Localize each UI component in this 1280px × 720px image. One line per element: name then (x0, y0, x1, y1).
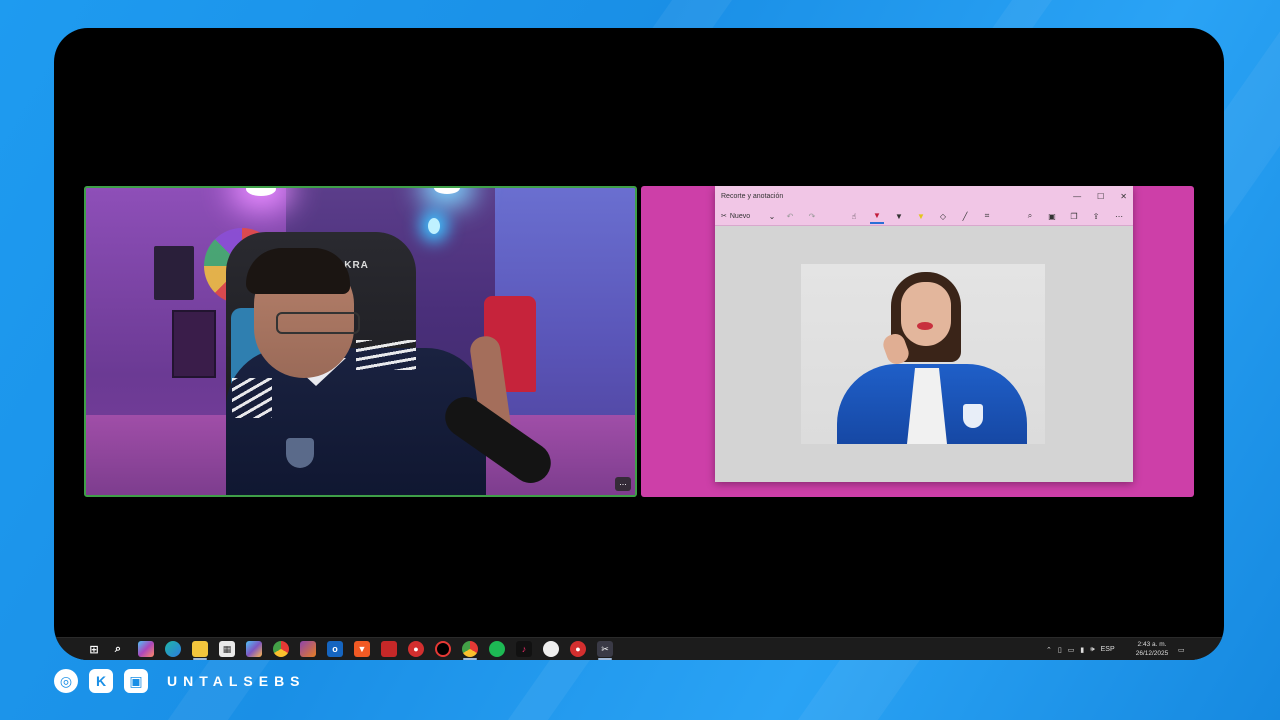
snipped-photo (801, 264, 1045, 444)
lamp (428, 218, 440, 234)
new-snip-button[interactable]: ✂ Nuevo (721, 208, 763, 224)
zoom-icon[interactable]: ⌕ (1023, 208, 1037, 224)
undo-icon[interactable]: ↶ (783, 208, 797, 224)
webcam-panel: AKRA ... (84, 186, 637, 497)
chrome-icon[interactable] (273, 641, 289, 657)
shelf (154, 246, 194, 300)
jersey-crest (286, 438, 314, 468)
maximize-button[interactable]: ☐ (1097, 192, 1104, 201)
clock-time: 2:43 a. m. (1137, 641, 1167, 648)
instagram-icon: ◎ (54, 669, 78, 693)
chrome-profile-icon[interactable] (462, 641, 478, 657)
ceiling-light (434, 188, 460, 194)
opera-icon[interactable] (435, 641, 451, 657)
copilot-icon[interactable] (246, 641, 262, 657)
window-title: Recorte y anotación (721, 192, 784, 200)
poster (172, 310, 216, 378)
crop-icon[interactable]: ⌗ (980, 208, 994, 224)
outlook-icon[interactable]: o (327, 641, 343, 657)
snip-canvas (715, 226, 1133, 482)
photo-lips (917, 322, 933, 330)
battery-icon[interactable]: ▯ (1058, 646, 1062, 654)
highlighter-icon[interactable]: ▼ (914, 208, 928, 224)
windows-start-icon[interactable]: ⊞ (86, 641, 102, 657)
glasses (276, 312, 360, 334)
language-indicator[interactable]: ESP (1101, 646, 1115, 653)
app-icon[interactable] (381, 641, 397, 657)
redo-icon[interactable]: ↷ (805, 208, 819, 224)
volume-icon[interactable]: 🕪 (1090, 646, 1094, 654)
edge-icon[interactable] (165, 641, 181, 657)
photos-icon[interactable] (300, 641, 316, 657)
more-options-button[interactable]: ... (615, 477, 631, 491)
spotify-icon[interactable] (489, 641, 505, 657)
network-icon[interactable]: ▭ (1068, 646, 1075, 654)
taskbar-clock[interactable]: 2:43 a. m. 26/12/2025 (1134, 640, 1170, 658)
active-app-indicator (598, 658, 612, 660)
tiktok-icon[interactable]: ♪ (516, 641, 532, 657)
share-icon[interactable]: ⇪ (1089, 208, 1103, 224)
snipping-tool-icon[interactable]: ✂ (597, 641, 613, 657)
copilot-icon[interactable] (138, 641, 154, 657)
chevron-up-icon[interactable]: ⌃ (1046, 646, 1052, 654)
new-snip-icon: ✂ (721, 213, 727, 220)
save-icon[interactable]: ▣ (1045, 208, 1059, 224)
eraser-icon[interactable]: ◇ (936, 208, 950, 224)
recorder-icon[interactable]: ● (570, 641, 586, 657)
touch-write-icon[interactable]: ☝ (847, 208, 861, 224)
photo-crest (963, 404, 983, 428)
jersey-stripes (356, 340, 416, 370)
file-explorer-icon[interactable] (192, 641, 208, 657)
windows-taskbar: ⊞ ⌕ ▦ o ▼ ● ♪ ● ✂ ⌃ ▯ ▭ ▮ 🕪 ESP 2:43 a. (54, 637, 1224, 660)
chevron-down-icon[interactable]: ⌄ (765, 208, 779, 224)
copy-icon[interactable]: ❐ (1067, 208, 1081, 224)
more-icon[interactable]: ⋯ (1112, 208, 1126, 224)
notifications-icon[interactable]: ▭ (1178, 638, 1185, 660)
streamer-handle: UNTALSEBS (167, 673, 306, 689)
ruler-icon[interactable]: ╱ (958, 208, 972, 224)
store-icon[interactable]: ▦ (219, 641, 235, 657)
active-app-indicator (193, 658, 207, 660)
twitch-icon: ▣ (124, 669, 148, 693)
black-pen-icon[interactable]: ▼ (892, 208, 906, 224)
app-icon[interactable] (543, 641, 559, 657)
jersey-stripes (232, 378, 272, 418)
minimize-button[interactable]: — (1073, 192, 1081, 201)
new-snip-label: Nuevo (729, 212, 751, 220)
clock-date: 26/12/2025 (1135, 650, 1169, 657)
stream-frame: AKRA ... Recorte y anotación — ☐ ✕ ✂ Nue… (54, 28, 1224, 660)
search-icon[interactable]: ⌕ (110, 641, 126, 657)
snipping-tool-window: Recorte y anotación — ☐ ✕ ✂ Nuevo ⌄ ↶ ↷ … (715, 186, 1133, 482)
screen-share-panel: Recorte y anotación — ☐ ✕ ✂ Nuevo ⌄ ↶ ↷ … (641, 186, 1194, 497)
brave-icon[interactable]: ▼ (354, 641, 370, 657)
close-button[interactable]: ✕ (1120, 192, 1127, 201)
social-links: ◎ K ▣ UNTALSEBS (54, 668, 306, 694)
system-tray: ⌃ ▯ ▭ ▮ 🕪 ESP (1046, 638, 1115, 660)
window-titlebar: Recorte y anotación (715, 186, 1133, 206)
red-pen-icon[interactable]: ▼ (870, 208, 884, 224)
active-app-indicator (463, 658, 477, 660)
recorder-icon[interactable]: ● (408, 641, 424, 657)
photo-face (901, 282, 951, 346)
snip-toolbar: ✂ Nuevo ⌄ ↶ ↷ ☝ ▼ ▼ ▼ ◇ ╱ ⌗ ⌕ ▣ ❐ ⇪ ⋯ (715, 206, 1133, 226)
kick-icon: K (89, 669, 113, 693)
streamer-hair (246, 248, 350, 294)
microphone-icon[interactable]: ▮ (1080, 646, 1084, 654)
window-controls: — ☐ ✕ (1073, 186, 1127, 206)
